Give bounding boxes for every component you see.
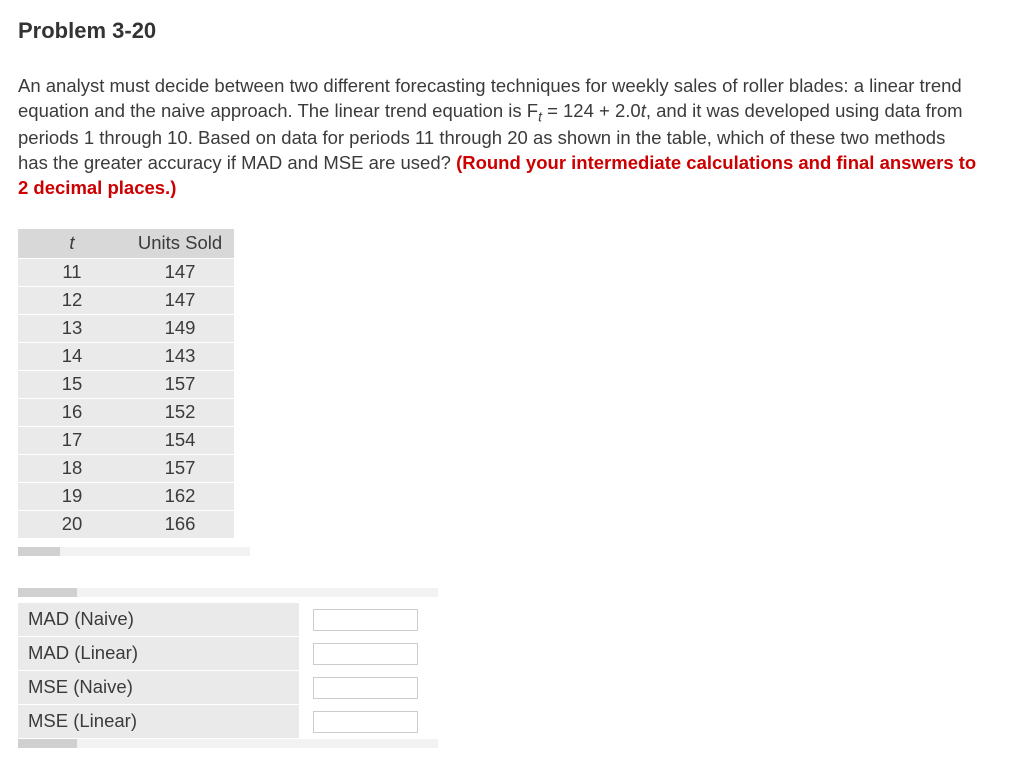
answer-row: MAD (Naive): [18, 603, 438, 636]
table-row: 14143: [18, 342, 234, 370]
cell-units: 157: [126, 454, 234, 482]
cell-units: 157: [126, 370, 234, 398]
desc-part2: = 124 + 2.0: [542, 100, 641, 121]
scrollbar-thumb[interactable]: [18, 547, 60, 556]
answer-bottom-scrollbar[interactable]: [18, 739, 438, 748]
input-mad-linear[interactable]: [313, 643, 418, 665]
table-row: 16152: [18, 398, 234, 426]
page-title: Problem 3-20: [18, 16, 1006, 46]
table-row: 20166: [18, 510, 234, 538]
cell-units: 149: [126, 314, 234, 342]
problem-description: An analyst must decide between two diffe…: [18, 74, 978, 201]
cell-t: 12: [18, 286, 126, 314]
cell-units: 147: [126, 286, 234, 314]
table-row: 12147: [18, 286, 234, 314]
answer-row: MSE (Linear): [18, 704, 438, 738]
cell-t: 17: [18, 426, 126, 454]
label-mse-naive: MSE (Naive): [18, 670, 299, 704]
data-table-scrollbar[interactable]: [18, 547, 250, 556]
cell-units: 162: [126, 482, 234, 510]
cell-units: 143: [126, 342, 234, 370]
cell-t: 14: [18, 342, 126, 370]
answer-row: MAD (Linear): [18, 636, 438, 670]
cell-t: 11: [18, 258, 126, 286]
cell-t: 18: [18, 454, 126, 482]
cell-t: 16: [18, 398, 126, 426]
cell-units: 152: [126, 398, 234, 426]
cell-units: 166: [126, 510, 234, 538]
answer-row: MSE (Naive): [18, 670, 438, 704]
table-row: 15157: [18, 370, 234, 398]
col-header-units: Units Sold: [126, 229, 234, 258]
table-row: 11147: [18, 258, 234, 286]
col-header-t: t: [18, 229, 126, 258]
answer-area: MAD (Naive) MAD (Linear) MSE (Naive) MSE…: [18, 588, 438, 748]
cell-units: 147: [126, 258, 234, 286]
cell-t: 19: [18, 482, 126, 510]
data-table: t Units Sold 11147 12147 13149 14143 151…: [18, 229, 234, 539]
cell-units: 154: [126, 426, 234, 454]
table-row: 17154: [18, 426, 234, 454]
scrollbar-thumb[interactable]: [18, 739, 77, 748]
input-mad-naive[interactable]: [313, 609, 418, 631]
input-mse-naive[interactable]: [313, 677, 418, 699]
cell-t: 15: [18, 370, 126, 398]
cell-t: 13: [18, 314, 126, 342]
table-row: 18157: [18, 454, 234, 482]
input-mse-linear[interactable]: [313, 711, 418, 733]
table-row: 13149: [18, 314, 234, 342]
cell-t: 20: [18, 510, 126, 538]
answer-top-scrollbar[interactable]: [18, 588, 438, 597]
label-mad-linear: MAD (Linear): [18, 636, 299, 670]
answer-table: MAD (Naive) MAD (Linear) MSE (Naive) MSE…: [18, 603, 438, 739]
table-row: 19162: [18, 482, 234, 510]
label-mad-naive: MAD (Naive): [18, 603, 299, 636]
scrollbar-thumb[interactable]: [18, 588, 77, 597]
label-mse-linear: MSE (Linear): [18, 704, 299, 738]
